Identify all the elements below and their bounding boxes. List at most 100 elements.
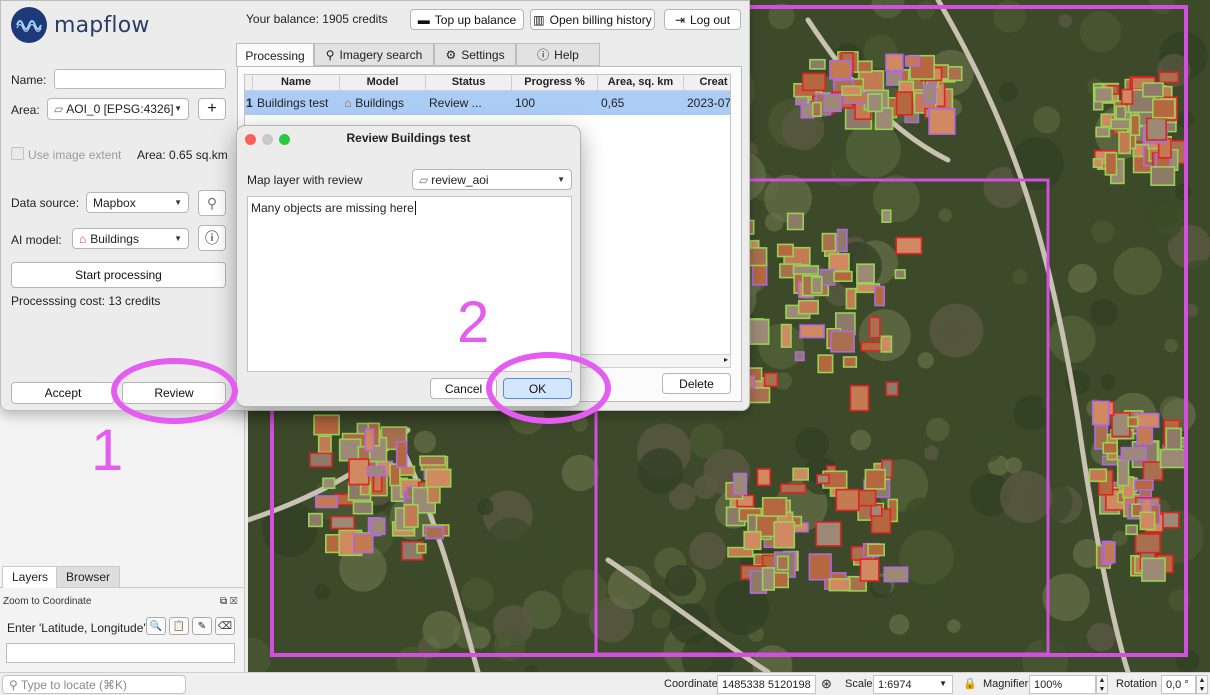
ai-model-label: AI model: (11, 233, 62, 247)
data-source-value: Mapbox (93, 195, 136, 210)
coordinate-field[interactable]: 1485338 5120198 (717, 675, 816, 694)
rotation-field[interactable]: 0,0 ° (1161, 675, 1196, 694)
balance-text: Your balance: 1905 credits (246, 12, 388, 26)
logout-button[interactable]: ⇥ Log out (664, 9, 741, 30)
logout-icon: ⇥ (674, 12, 685, 27)
tab-processing[interactable]: Processing (236, 43, 314, 67)
billing-history-button[interactable]: ▥ Open billing history (530, 9, 655, 30)
pick-tool-icon[interactable]: ✎ (192, 617, 212, 635)
name-label: Name: (11, 73, 47, 87)
logout-label: Log out (690, 12, 731, 27)
tab-layers[interactable]: Layers (2, 566, 59, 588)
row-header-corner (245, 75, 253, 91)
logo-text: mapflow (54, 12, 150, 38)
column-header-model[interactable]: Model (340, 75, 426, 91)
tab-label: Help (554, 47, 579, 62)
tab-browser[interactable]: Browser (56, 566, 121, 588)
close-icon[interactable]: ☒ (230, 596, 238, 607)
tab-imagery-search[interactable]: ⚲ Imagery search (314, 43, 434, 66)
tab-label: Settings (461, 47, 505, 62)
column-header-created[interactable]: Creat (684, 75, 730, 91)
polygon-layer-icon: ▱ (54, 102, 64, 116)
zoom-magnify-icon[interactable]: 🔍 (146, 617, 166, 635)
name-input[interactable] (54, 69, 226, 89)
review-layer-select[interactable]: ▱ review_aoi ▼ (412, 169, 572, 190)
text-cursor (414, 201, 416, 215)
ok-highlight-ring (486, 352, 611, 424)
cell-model: ⌂ Buildings (341, 91, 427, 115)
column-header-status[interactable]: Status (426, 75, 512, 91)
column-header-progress[interactable]: Progress % (512, 75, 598, 91)
search-imagery-button[interactable]: ⚲ (198, 190, 226, 216)
zoom-tool-buttons: 🔍 📋 ✎ ⌫ (146, 617, 235, 635)
processing-cost-text: Processsing cost: 13 credits (11, 294, 161, 308)
cell-model-text: Buildings (355, 96, 404, 110)
chevron-down-icon: ▼ (557, 175, 565, 184)
house-icon: ⌂ (79, 231, 87, 246)
dock-tabs: Layers Browser (0, 566, 245, 588)
scale-label: Scale (845, 678, 873, 690)
coordinate-input[interactable] (6, 643, 235, 663)
search-icon: ⚲ (325, 47, 335, 62)
mouse-cursor-icon[interactable]: ⊛ (821, 676, 832, 692)
settings-people-icon: ⚙ (445, 47, 457, 62)
tab-label: Processing (245, 48, 305, 63)
accept-button[interactable]: Accept (11, 382, 115, 404)
mapflow-logo: mapflow (11, 7, 150, 43)
plus-icon: + (207, 100, 217, 117)
cell-name: Buildings test (257, 96, 329, 110)
data-source-select[interactable]: Mapbox ▼ (86, 192, 189, 213)
area-size-text: Area: 0.65 sq.km (137, 148, 228, 162)
lock-icon[interactable]: 🔒 (963, 677, 977, 690)
column-header-name[interactable]: Name (253, 75, 340, 91)
search-icon: ⚲ (206, 194, 218, 211)
delete-button[interactable]: Delete (662, 373, 731, 394)
house-icon: ⌂ (344, 96, 352, 110)
column-header-area[interactable]: Area, sq. km (598, 75, 684, 91)
use-extent-checkbox[interactable] (11, 147, 24, 160)
top-up-label: Top up balance (434, 12, 517, 27)
magnifier-field[interactable]: 100% (1029, 675, 1096, 694)
review-highlight-ring (111, 358, 238, 424)
status-bar: ⚲ Type to locate (⌘K) Coordinate 1485338… (0, 672, 1210, 695)
chevron-down-icon: ▼ (174, 104, 182, 113)
clipboard-icon[interactable]: 📋 (169, 617, 189, 635)
zoom-to-coordinate-title: Zoom to Coordinate (3, 596, 92, 607)
locator-input[interactable]: ⚲ Type to locate (⌘K) (2, 675, 186, 694)
chevron-down-icon: ▼ (174, 198, 182, 207)
coordinate-prompt-label: Enter 'Latitude, Longitude' (7, 621, 146, 635)
magnifier-label: Magnifier (983, 678, 1029, 690)
rotation-label: Rotation (1116, 678, 1157, 690)
chevron-down-icon: ▼ (174, 234, 182, 243)
polygon-layer-icon: ▱ (419, 172, 429, 187)
float-icon[interactable]: ⧉ (220, 596, 227, 607)
tab-help[interactable]: ⓘ Help (516, 43, 600, 66)
scroll-right-icon[interactable]: ▸ (724, 355, 728, 364)
help-icon: ⓘ (537, 48, 550, 62)
scale-field[interactable]: 1:6974 ▼ (873, 675, 953, 694)
use-extent-label: Use image extent (28, 148, 122, 162)
rotation-spinner[interactable]: ▲ ▼ (1196, 675, 1208, 694)
info-icon: ⓘ (205, 230, 219, 246)
cell-created: 2023-07 (687, 96, 731, 110)
cell-area: 0,65 (601, 96, 625, 110)
top-up-button[interactable]: ▬ Top up balance (410, 9, 524, 30)
start-processing-button[interactable]: Start processing (11, 262, 226, 288)
dialog-title: Review Buildings test (346, 131, 471, 145)
magnifier-spinner[interactable]: ▲ ▼ (1096, 675, 1108, 694)
coordinate-label: Coordinate (664, 678, 718, 690)
chart-icon: ▥ (533, 12, 545, 27)
model-info-button[interactable]: ⓘ (198, 225, 226, 251)
tab-settings[interactable]: ⚙ Settings (434, 43, 516, 66)
chevron-down-icon: ▼ (939, 679, 947, 688)
review-comment-textarea[interactable]: Many objects are missing here (247, 196, 572, 372)
logo-wave-icon (11, 7, 47, 43)
area-label: Area: (11, 103, 40, 117)
ai-model-select[interactable]: ⌂ Buildings ▼ (72, 228, 189, 249)
clear-icon[interactable]: ⌫ (215, 617, 235, 635)
data-source-label: Data source: (11, 196, 80, 210)
step-number-2: 2 (457, 290, 490, 355)
area-select[interactable]: ▱ AOI_0 [EPSG:4326] ▼ (47, 98, 189, 120)
add-area-button[interactable]: + (198, 98, 226, 120)
cell-status: Review ... (429, 96, 482, 110)
